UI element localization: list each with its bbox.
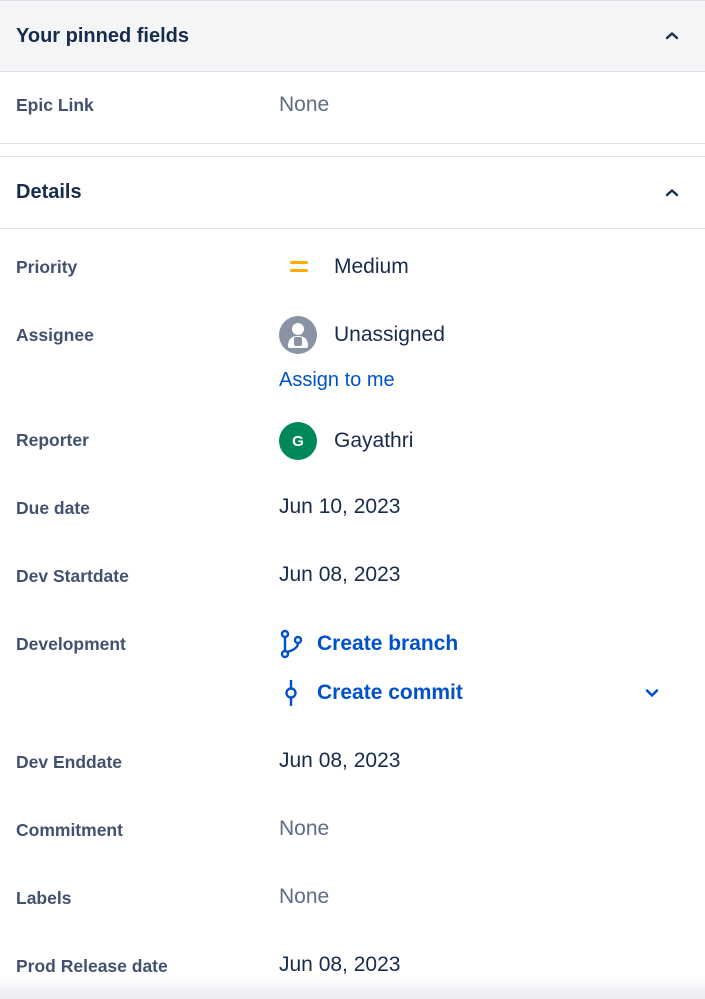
epic-link-label: Epic Link (16, 95, 94, 115)
commitment-value[interactable]: None (279, 817, 329, 841)
dev-enddate-label: Dev Enddate (16, 752, 122, 772)
labels-value[interactable]: None (279, 885, 329, 909)
chevron-up-icon[interactable] (665, 186, 679, 200)
priority-medium-icon (279, 252, 334, 282)
assign-to-me-link[interactable]: Assign to me (279, 369, 395, 392)
commit-icon (279, 678, 317, 708)
priority-field[interactable]: Medium (279, 252, 409, 282)
due-date-value[interactable]: Jun 10, 2023 (279, 495, 400, 519)
reporter-label: Reporter (16, 430, 89, 450)
pinned-fields-body: Epic Link None (0, 73, 705, 144)
commitment-label: Commitment (16, 820, 123, 840)
dev-startdate-value[interactable]: Jun 08, 2023 (279, 563, 400, 587)
details-title: Details (16, 181, 82, 203)
assignee-value: Unassigned (334, 323, 445, 346)
pinned-fields-header[interactable]: Your pinned fields (0, 0, 705, 72)
avatar (279, 316, 317, 354)
chevron-up-icon[interactable] (665, 29, 679, 43)
create-commit-label: Create commit (317, 681, 463, 704)
create-branch-label: Create branch (317, 632, 459, 655)
development-label: Development (16, 634, 126, 654)
pinned-fields-title: Your pinned fields (16, 24, 189, 47)
dev-enddate-value[interactable]: Jun 08, 2023 (279, 749, 400, 773)
prod-release-date-label: Prod Release date (16, 956, 168, 976)
create-commit-link[interactable]: Create commit (279, 678, 463, 708)
due-date-label: Due date (16, 498, 90, 518)
reporter-value: Gayathri (334, 429, 414, 452)
priority-value: Medium (334, 255, 409, 278)
assignee-label: Assignee (16, 325, 94, 345)
scroll-fade (0, 977, 705, 999)
chevron-down-icon[interactable] (644, 686, 660, 704)
dev-startdate-label: Dev Startdate (16, 566, 129, 586)
reporter-field[interactable]: G Gayathri (279, 422, 413, 460)
details-header[interactable]: Details (0, 156, 705, 229)
epic-link-value[interactable]: None (279, 93, 329, 117)
prod-release-date-value[interactable]: Jun 08, 2023 (279, 953, 400, 977)
priority-label: Priority (16, 257, 78, 277)
avatar: G (279, 422, 317, 460)
assignee-field[interactable]: Unassigned (279, 316, 445, 354)
branch-icon (279, 629, 317, 659)
create-branch-link[interactable]: Create branch (279, 629, 458, 659)
labels-label: Labels (16, 888, 72, 908)
